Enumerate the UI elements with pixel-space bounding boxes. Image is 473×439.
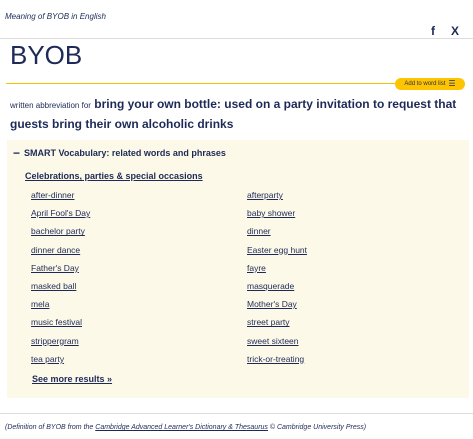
meaning-of-label: Meaning of BYOB in English [5, 12, 106, 21]
related-word-link[interactable]: baby shower [247, 208, 307, 226]
related-word-link[interactable]: music festival [31, 317, 90, 335]
related-words-left-column: after-dinner April Fool's Day bachelor p… [31, 190, 90, 372]
collapse-icon[interactable]: − [13, 146, 20, 160]
related-word-link[interactable]: April Fool's Day [31, 208, 90, 226]
related-word-link[interactable]: strippergram [31, 336, 90, 354]
related-word-link[interactable]: Easter egg hunt [247, 245, 307, 263]
source-dictionary-link[interactable]: Cambridge Advanced Learner's Dictionary … [95, 424, 268, 431]
related-word-link[interactable]: after-dinner [31, 190, 90, 208]
x-twitter-icon[interactable]: X [451, 24, 459, 38]
facebook-icon[interactable]: f [431, 24, 435, 38]
related-word-link[interactable]: sweet sixteen [247, 336, 307, 354]
related-words-right-column: afterparty baby shower dinner Easter egg… [247, 190, 307, 372]
source-prefix: (Definition of BYOB from the [5, 424, 96, 431]
smart-vocabulary-title: SMART Vocabulary: related words and phra… [24, 148, 226, 158]
related-word-link[interactable]: trick-or-treating [247, 354, 307, 372]
related-word-link[interactable]: afterparty [247, 190, 307, 208]
category-link[interactable]: Celebrations, parties & special occasion… [25, 171, 203, 181]
smart-vocabulary-header[interactable]: − SMART Vocabulary: related words and ph… [13, 146, 226, 160]
source-suffix: © Cambridge University Press) [267, 424, 367, 431]
headword-underline [6, 83, 398, 84]
related-word-link[interactable]: dinner [247, 226, 307, 244]
related-word-link[interactable]: Mother's Day [247, 299, 307, 317]
related-word-link[interactable]: fayre [247, 263, 307, 281]
related-word-link[interactable]: mela [31, 299, 90, 317]
related-word-link[interactable]: tea party [31, 354, 90, 372]
see-more-results-link[interactable]: See more results » [32, 374, 112, 384]
definition-source: (Definition of BYOB from the Cambridge A… [5, 424, 366, 431]
add-to-word-list-label: Add to word list [404, 81, 446, 87]
related-word-link[interactable]: Father's Day [31, 263, 90, 281]
grammar-label: written abbreviation for [10, 101, 91, 110]
related-word-link[interactable]: masked ball [31, 281, 90, 299]
share-bar: f X [431, 24, 459, 38]
headword: BYOB [10, 40, 83, 70]
related-word-link[interactable]: bachelor party [31, 226, 90, 244]
add-to-word-list-button[interactable]: Add to word list ☰ [395, 78, 465, 90]
related-word-link[interactable]: street party [247, 317, 307, 335]
list-icon: ☰ [448, 79, 456, 88]
definition-block: written abbreviation for bring your own … [10, 95, 462, 133]
header-divider [0, 38, 473, 39]
related-word-link[interactable]: masquerade [247, 281, 307, 299]
footer-divider [0, 413, 473, 414]
smart-vocabulary-panel: − SMART Vocabulary: related words and ph… [7, 140, 469, 398]
related-word-link[interactable]: dinner dance [31, 245, 90, 263]
